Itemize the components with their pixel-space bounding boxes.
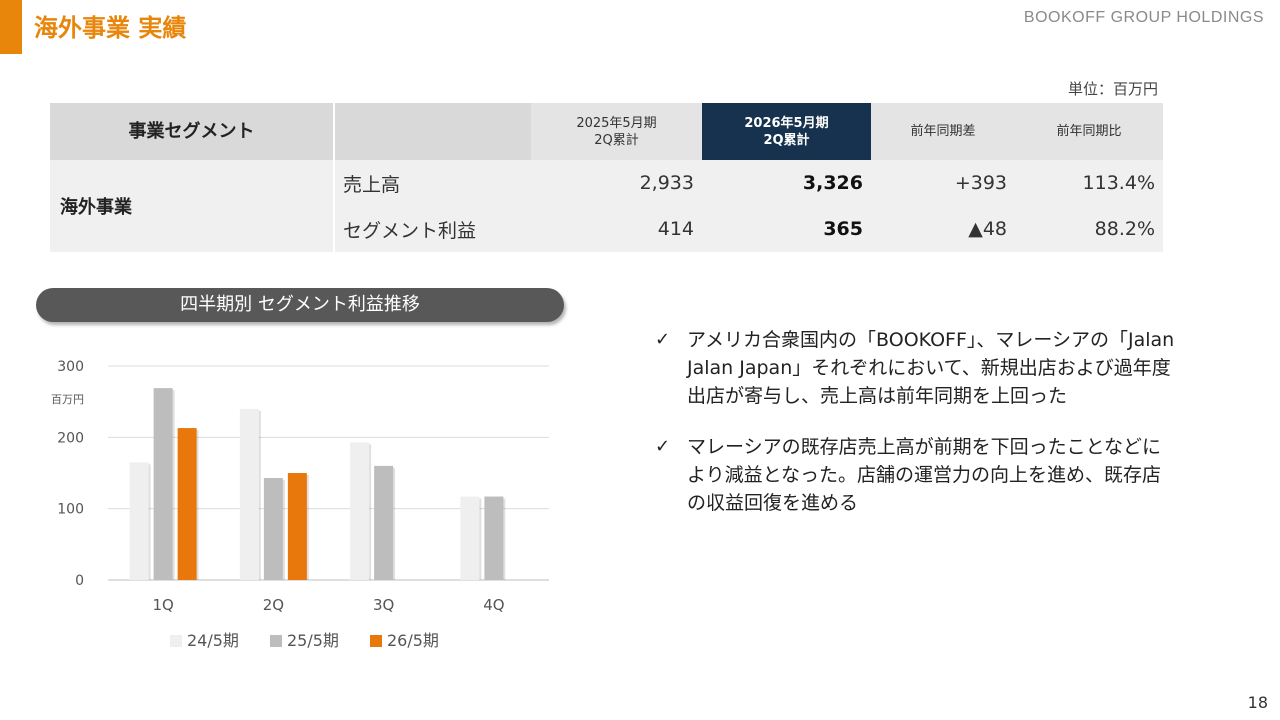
y-tick-label: 100 [57, 502, 84, 518]
header-segment: 事業セグメント [50, 103, 333, 160]
y-tick-label: 200 [57, 430, 84, 446]
row-label: 売上高 [333, 160, 531, 206]
bar [287, 473, 307, 580]
segment-name: 海外事業 [60, 197, 132, 218]
row-prev-value: 2,933 [639, 172, 694, 194]
row-ratio-value: 113.4% [1082, 172, 1155, 194]
bar [263, 477, 283, 580]
list-item: ✓ アメリカ合衆国内の「BOOKOFF」、マレーシアの「Jalan Jalan … [655, 326, 1175, 410]
y-tick-label: 300 [57, 359, 84, 375]
header-item [333, 103, 531, 160]
segment-table: 事業セグメント 2025年5月期 2Q累計 2026年5月期 2Q累計 前年同期… [50, 103, 1163, 252]
row-label: セグメント利益 [333, 206, 531, 252]
legend-label: 25/5期 [287, 631, 339, 650]
bar [129, 462, 149, 580]
page-title: 海外事業 実績 [34, 14, 187, 42]
brand-logo-text: BOOKOFF GROUP HOLDINGS [1023, 9, 1264, 26]
list-item: ✓ マレーシアの既存店売上高が前期を下回ったことなどにより減益となった。店舗の運… [655, 433, 1175, 517]
bar [153, 388, 173, 580]
row-prev-value: 414 [657, 218, 694, 240]
bullet-list: ✓ アメリカ合衆国内の「BOOKOFF」、マレーシアの「Jalan Jalan … [655, 326, 1175, 540]
bar [374, 465, 394, 580]
header-yoy-diff: 前年同期差 [871, 103, 1015, 160]
row-diff-value: +393 [954, 172, 1007, 194]
header-yoy-ratio: 前年同期比 [1015, 103, 1163, 160]
legend-swatch [170, 635, 182, 647]
check-icon: ✓ [655, 329, 671, 350]
x-tick-label: 2Q [263, 596, 284, 614]
y-axis-label: 百万円 [51, 393, 84, 406]
page-number: 18 [1247, 693, 1268, 712]
x-tick-label: 3Q [373, 596, 394, 614]
y-tick-label: 0 [75, 573, 84, 589]
check-icon: ✓ [655, 436, 671, 457]
x-tick-label: 4Q [483, 596, 504, 614]
bullet-text: マレーシアの既存店売上高が前期を下回ったことなどにより減益となった。店舗の運営力… [687, 436, 1162, 514]
row-ratio-value: 88.2% [1094, 218, 1155, 240]
bar [460, 496, 480, 580]
chart-title: 四半期別 セグメント利益推移 [36, 288, 564, 322]
legend-swatch [370, 635, 382, 647]
legend-label: 24/5期 [187, 631, 239, 650]
bar [484, 496, 504, 580]
row-diff-value: ▲48 [968, 218, 1007, 240]
unit-label: 単位：百万円 [1067, 80, 1158, 98]
row-current-value: 365 [823, 218, 863, 240]
legend-label: 26/5期 [387, 631, 439, 650]
bar [239, 408, 259, 580]
row-current-value: 3,326 [802, 172, 863, 194]
header-current-period: 2026年5月期 2Q累計 [702, 103, 871, 160]
bar [177, 428, 197, 580]
bullet-text: アメリカ合衆国内の「BOOKOFF」、マレーシアの「Jalan Jalan Ja… [687, 329, 1175, 407]
x-tick-label: 1Q [152, 596, 173, 614]
bar [350, 442, 370, 580]
legend-swatch [270, 635, 282, 647]
table-header-row: 事業セグメント 2025年5月期 2Q累計 2026年5月期 2Q累計 前年同期… [50, 103, 1163, 160]
accent-bar [0, 0, 22, 54]
segment-profit-chart: 0 100 200 300 百万円 1Q 2Q 3Q 4Q 24/5期 25/5期 26/5期 [51, 359, 549, 650]
header-prev-period: 2025年5月期 2Q累計 [531, 103, 702, 160]
